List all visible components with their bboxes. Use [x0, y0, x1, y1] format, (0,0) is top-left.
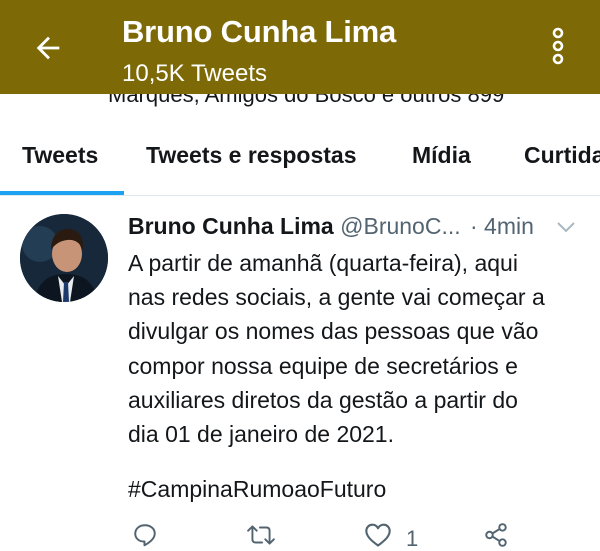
- like-button[interactable]: [364, 522, 392, 548]
- tweet-text-line: nas redes sociais, a gente vai começar a: [128, 284, 545, 311]
- reply-icon: [134, 524, 156, 547]
- tab-likes[interactable]: Curtidas: [524, 142, 600, 169]
- tweet-author-name[interactable]: Bruno Cunha Lima: [128, 213, 334, 239]
- bio-followers-peek: Marques, Amigos do Bosco e outros 899: [0, 94, 600, 108]
- tweet-text-line: compor nossa equipe de secretários e: [128, 352, 518, 379]
- tweet-body: A partir de amanhã (quarta-feira), aqui …: [128, 246, 588, 451]
- active-tab-indicator: [0, 191, 124, 195]
- like-count: 1: [406, 526, 419, 551]
- share-button[interactable]: [482, 522, 510, 548]
- avatar-photo: [20, 214, 108, 302]
- tab-tweets[interactable]: Tweets: [22, 142, 98, 169]
- tab-media[interactable]: Mídia: [412, 142, 471, 169]
- tweet-count: 10,5K Tweets: [122, 60, 267, 87]
- back-button[interactable]: [28, 28, 68, 68]
- tweet-text-line: divulgar os nomes das pessoas que vão: [128, 318, 539, 345]
- tweet-text-line: dia 01 de janeiro de 2021.: [128, 421, 394, 448]
- tweet-header: Bruno Cunha Lima @BrunoC... · 4min: [128, 213, 588, 245]
- arrow-left-icon: [36, 36, 60, 60]
- reply-button[interactable]: [132, 522, 158, 548]
- profile-tabs: Tweets Tweets e respostas Mídia Curtidas: [0, 120, 600, 196]
- tab-tweets-and-replies[interactable]: Tweets e respostas: [146, 142, 357, 169]
- tweet-text-line: auxiliares diretos da gestão a partir do: [128, 386, 518, 413]
- tweet-hashtag[interactable]: #CampinaRumoaoFuturo: [128, 476, 386, 503]
- retweet-button[interactable]: [246, 522, 276, 548]
- tweet-timestamp[interactable]: · 4min: [470, 213, 534, 240]
- profile-name: Bruno Cunha Lima: [122, 14, 397, 49]
- tweet-menu-button[interactable]: [554, 215, 578, 239]
- profile-header: Bruno Cunha Lima 10,5K Tweets: [0, 0, 600, 94]
- tweet-actions: 1: [0, 518, 600, 551]
- share-icon: [485, 523, 507, 547]
- tweet-text-line: A partir de amanhã (quarta-feira), aqui: [128, 250, 518, 276]
- more-vertical-icon: [552, 27, 564, 65]
- avatar[interactable]: [20, 214, 108, 302]
- more-options-button[interactable]: [540, 24, 576, 68]
- followed-by-text: Marques, Amigos do Bosco e outros 899: [108, 94, 505, 107]
- tweet-author-handle[interactable]: @BrunoC...: [340, 213, 461, 239]
- heart-icon: [365, 523, 391, 547]
- chevron-down-icon: [557, 222, 575, 233]
- retweet-icon: [247, 525, 275, 545]
